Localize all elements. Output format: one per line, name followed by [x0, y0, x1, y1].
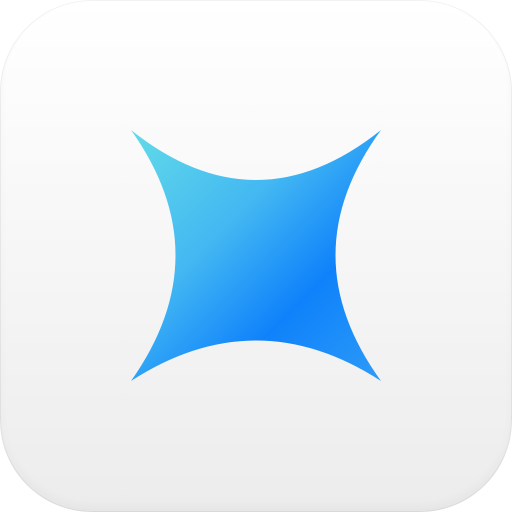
star-svg [131, 130, 381, 381]
four-point-star-icon [0, 0, 512, 512]
app-icon-tile[interactable] [0, 0, 512, 512]
star-shape [131, 130, 381, 381]
